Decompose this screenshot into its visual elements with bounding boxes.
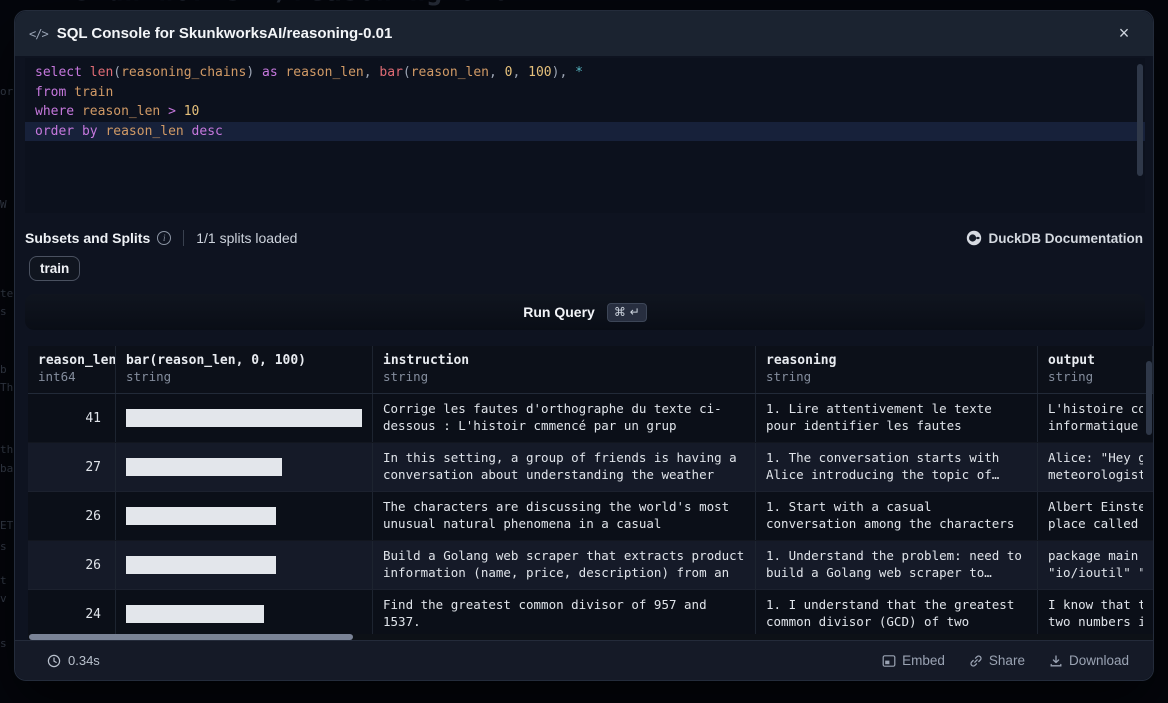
background-fragment: t — [0, 574, 7, 587]
background-fragment: W — [0, 198, 7, 211]
cell-bar — [116, 394, 373, 442]
cell-reason-len: 26 — [28, 541, 116, 589]
embed-icon — [882, 654, 896, 668]
cell-bar — [116, 443, 373, 491]
run-query-label: Run Query — [523, 304, 595, 320]
duckdb-logo-icon — [966, 230, 982, 246]
download-label: Download — [1069, 653, 1129, 668]
sql-editor[interactable]: select len(reasoning_chains) as reason_l… — [25, 58, 1145, 213]
run-query-button[interactable]: Run Query ⌘ ↵ — [25, 294, 1145, 330]
footer-actions: Embed Share Download — [882, 653, 1129, 668]
bar-chart-fill — [126, 556, 276, 574]
info-icon[interactable]: i — [157, 231, 171, 245]
code-icon: </> — [29, 27, 48, 41]
bar-chart-fill — [126, 409, 362, 427]
cell-output: I know that ttwo numbers i — [1038, 590, 1153, 638]
cell-reasoning: 1. The conversation starts with Alice in… — [756, 443, 1038, 491]
cell-output: Albert Einsteplace called — [1038, 492, 1153, 540]
table-row[interactable]: 26 Build a Golang web scraper that extrac… — [28, 541, 1153, 590]
column-header-bar-reason-len-0-100-[interactable]: bar(reason_len, 0, 100)string — [116, 346, 373, 393]
bar-chart-fill — [126, 605, 264, 623]
keyboard-shortcut-badge: ⌘ ↵ — [607, 303, 647, 322]
cell-reasoning: 1. Lire attentivement le texte pour iden… — [756, 394, 1038, 442]
column-header-instruction[interactable]: instructionstring — [373, 346, 756, 393]
cell-instruction: The characters are discussing the world'… — [373, 492, 756, 540]
column-header-reasoning[interactable]: reasoningstring — [756, 346, 1038, 393]
sql-console-modal: </> SQL Console for SkunkworksAI/reasoni… — [14, 10, 1154, 681]
sql-code-line[interactable]: where reason_len > 10 — [25, 102, 1145, 122]
embed-label: Embed — [902, 653, 945, 668]
table-row[interactable]: 27 In this setting, a group of friends is… — [28, 443, 1153, 492]
cell-reason-len: 26 — [28, 492, 116, 540]
cell-instruction: In this setting, a group of friends is h… — [373, 443, 756, 491]
column-header-reason-len[interactable]: reason_lenint64 — [28, 346, 116, 393]
table-vertical-scrollbar[interactable] — [1146, 361, 1152, 435]
duckdb-documentation-link[interactable]: DuckDB Documentation — [966, 230, 1143, 246]
subsets-label: Subsets and Splits — [25, 230, 150, 246]
background-fragment: Th — [0, 381, 13, 394]
background-fragment: s — [0, 637, 7, 650]
download-button[interactable]: Download — [1049, 653, 1129, 668]
background-fragment: v — [0, 592, 7, 605]
modal-footer: 0.34s Embed Share — [15, 640, 1153, 680]
duckdb-link-label: DuckDB Documentation — [988, 231, 1143, 246]
background-fragment: or — [0, 85, 13, 98]
share-label: Share — [989, 653, 1025, 668]
table-header-row: reason_lenint64bar(reason_len, 0, 100)st… — [28, 346, 1153, 394]
background-fragment: ba — [0, 462, 13, 475]
background-fragment: ET — [0, 519, 13, 532]
cell-reason-len: 24 — [28, 590, 116, 638]
table-body: 41 Corrige les fautes d'orthographe du te… — [28, 394, 1153, 639]
modal-titlebar: </> SQL Console for SkunkworksAI/reasoni… — [15, 11, 1153, 56]
modal-title: SQL Console for SkunkworksAI/reasoning-0… — [57, 25, 393, 42]
share-link-icon — [969, 654, 983, 668]
split-chip-train[interactable]: train — [29, 256, 80, 281]
cell-output: L'histoire coinformatique — [1038, 394, 1153, 442]
background-fragment: s — [0, 540, 7, 553]
cell-bar — [116, 541, 373, 589]
bar-chart-fill — [126, 458, 282, 476]
cell-output: package main "io/ioutil" " — [1038, 541, 1153, 589]
results-table: reason_lenint64bar(reason_len, 0, 100)st… — [28, 346, 1153, 641]
background-page-title: SkunkworksAI/reasoning-0.01 — [74, 0, 526, 7]
cell-bar — [116, 492, 373, 540]
cell-instruction: Find the greatest common divisor of 957 … — [373, 590, 756, 638]
background-fragment: s — [0, 305, 7, 318]
table-row[interactable]: 24 Find the greatest common divisor of 95… — [28, 590, 1153, 639]
cell-reasoning: 1. Start with a casual conversation amon… — [756, 492, 1038, 540]
column-header-output[interactable]: outputstring — [1038, 346, 1153, 393]
subsets-row: Subsets and Splits i 1/1 splits loaded D… — [25, 227, 1143, 249]
query-elapsed-time: 0.34s — [47, 653, 100, 668]
cell-reason-len: 27 — [28, 443, 116, 491]
embed-button[interactable]: Embed — [882, 653, 945, 668]
download-icon — [1049, 654, 1063, 668]
elapsed-value: 0.34s — [68, 653, 100, 668]
cell-instruction: Build a Golang web scraper that extracts… — [373, 541, 756, 589]
sql-code: select len(reasoning_chains) as reason_l… — [25, 58, 1145, 141]
cell-output: Alice: "Hey gmeteorologist — [1038, 443, 1153, 491]
cell-reasoning: 1. I understand that the greatest common… — [756, 590, 1038, 638]
cell-bar — [116, 590, 373, 638]
background-fragment: te — [0, 287, 13, 300]
bar-chart-fill — [126, 507, 276, 525]
share-button[interactable]: Share — [969, 653, 1025, 668]
table-row[interactable]: 26 The characters are discussing the worl… — [28, 492, 1153, 541]
cell-reasoning: 1. Understand the problem: need to build… — [756, 541, 1038, 589]
cell-reason-len: 41 — [28, 394, 116, 442]
table-row[interactable]: 41 Corrige les fautes d'orthographe du te… — [28, 394, 1153, 443]
background-fragment: b — [0, 363, 7, 376]
splits-loaded-text: 1/1 splits loaded — [196, 230, 297, 246]
sql-code-line-active[interactable]: order by reason_len desc — [25, 122, 1145, 142]
cell-instruction: Corrige les fautes d'orthographe du text… — [373, 394, 756, 442]
divider — [183, 230, 184, 246]
clock-icon — [47, 654, 61, 668]
close-icon[interactable]: × — [1113, 22, 1135, 44]
sql-code-line[interactable]: select len(reasoning_chains) as reason_l… — [25, 63, 1145, 83]
editor-vertical-scrollbar[interactable] — [1137, 64, 1143, 176]
sql-code-line[interactable]: from train — [25, 83, 1145, 103]
